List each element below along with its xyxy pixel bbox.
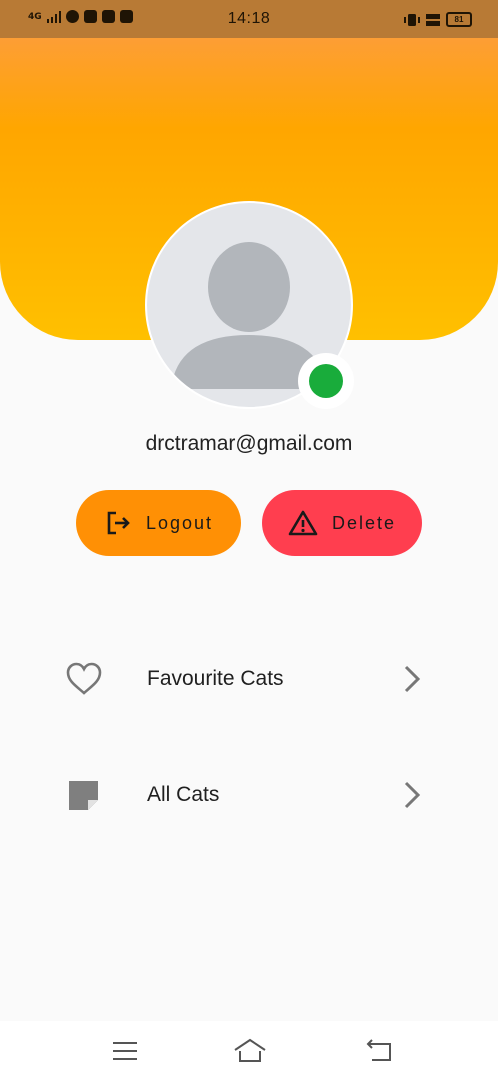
heart-outline-icon bbox=[66, 662, 102, 695]
menu-item-label: Favourite Cats bbox=[147, 667, 284, 690]
volte-icon bbox=[426, 13, 440, 26]
sticky-note-icon bbox=[69, 781, 98, 810]
back-icon[interactable] bbox=[362, 1037, 396, 1065]
status-bar: 4G 14:18 81 bbox=[0, 0, 498, 38]
status-right-icons: 81 bbox=[404, 12, 472, 27]
warning-icon bbox=[288, 510, 318, 536]
menu-item-all-cats[interactable]: All Cats bbox=[0, 750, 498, 840]
home-icon[interactable] bbox=[233, 1037, 267, 1065]
online-dot bbox=[309, 364, 343, 398]
system-navigation-bar bbox=[0, 1021, 498, 1080]
delete-button[interactable]: Delete bbox=[262, 490, 422, 556]
vibrate-icon bbox=[404, 13, 420, 26]
online-status-indicator bbox=[298, 353, 354, 409]
menu-icon[interactable] bbox=[107, 1037, 141, 1065]
chevron-right-icon bbox=[404, 781, 421, 809]
user-email: drctramar@gmail.com bbox=[145, 432, 353, 455]
logout-icon bbox=[107, 511, 130, 535]
chevron-right-icon bbox=[404, 665, 421, 693]
menu-item-label: All Cats bbox=[147, 783, 220, 806]
menu-item-favourite-cats[interactable]: Favourite Cats bbox=[0, 634, 498, 724]
delete-label: Delete bbox=[331, 512, 397, 533]
logout-label: Logout bbox=[145, 512, 214, 533]
logout-button[interactable]: Logout bbox=[76, 490, 241, 556]
battery-icon: 81 bbox=[446, 12, 472, 27]
battery-level: 81 bbox=[454, 15, 464, 24]
